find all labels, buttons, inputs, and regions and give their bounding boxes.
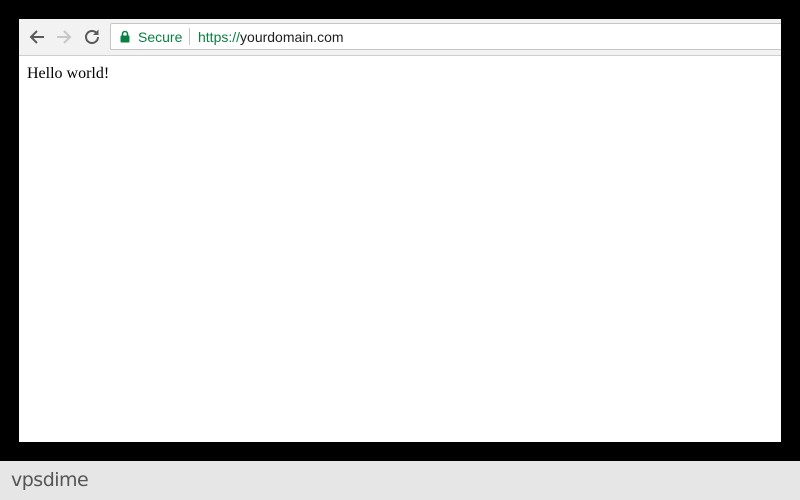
reload-icon — [85, 29, 99, 44]
forward-button[interactable] — [52, 25, 76, 49]
security-label: Secure — [138, 29, 183, 45]
page-body-text: Hello world! — [27, 65, 110, 82]
brand-logo: vpsdime — [11, 469, 89, 491]
arrow-forward-icon — [57, 30, 72, 44]
address-bar[interactable]: Secure https://yourdomain.com — [110, 23, 781, 50]
page-content: Hello world! — [19, 56, 781, 442]
omnibox-divider — [189, 28, 190, 45]
brand-footer: vpsdime — [0, 461, 800, 500]
reload-button[interactable] — [80, 25, 104, 49]
back-button[interactable] — [25, 25, 49, 49]
url-host: yourdomain.com — [240, 29, 344, 45]
url-scheme: https:// — [198, 29, 241, 45]
browser-window: Secure https://yourdomain.com Hello worl… — [19, 19, 781, 442]
url-text[interactable]: https://yourdomain.com — [198, 29, 344, 45]
lock-icon — [120, 30, 130, 43]
arrow-back-icon — [29, 30, 44, 44]
browser-toolbar: Secure https://yourdomain.com — [19, 19, 781, 56]
